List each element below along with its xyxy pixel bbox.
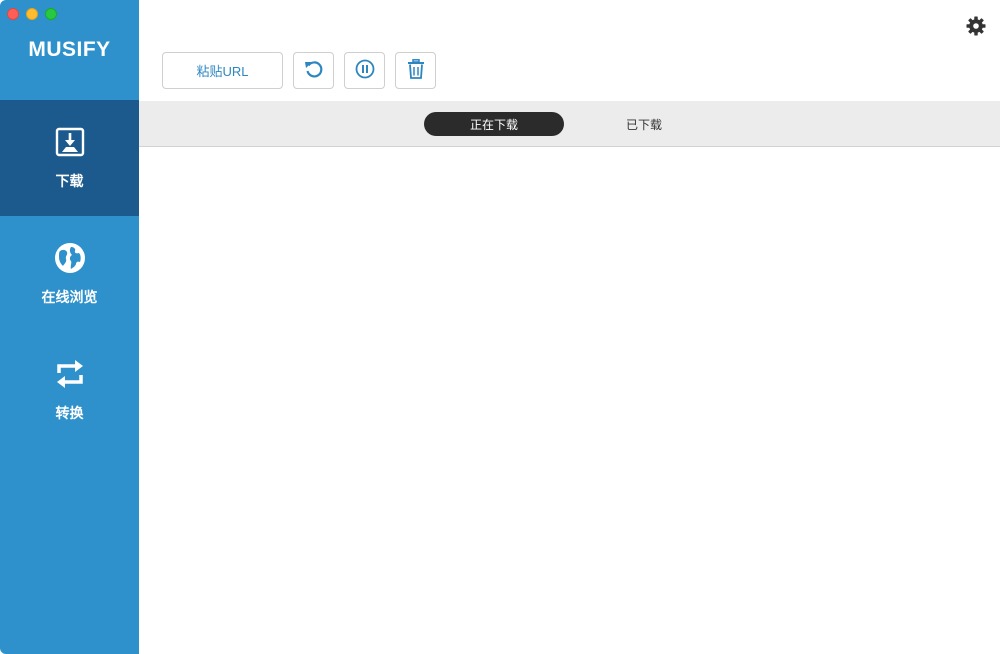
trash-icon [407,59,425,82]
sidebar-item-label: 转换 [55,406,84,422]
app-brand: MUSIFY [28,38,111,61]
paste-url-button[interactable]: 粘贴URL [162,52,283,89]
sidebar-item-convert[interactable]: 转换 [0,332,139,448]
main-panel: 粘贴URL 正在下载 已下载 [139,0,1000,654]
maximize-window-button[interactable] [45,8,57,20]
app-window: MUSIFY 下载 在线浏览 转换 粘贴URL 正在下载 已下载 [0,0,1000,654]
pause-icon [355,59,375,82]
globe-icon [53,241,87,275]
toolbar: 粘贴URL [162,52,436,89]
sidebar-item-browse[interactable]: 在线浏览 [0,216,139,332]
gear-icon[interactable] [966,16,986,36]
tab-downloading[interactable]: 正在下载 [424,112,564,136]
download-list [139,147,1000,654]
window-controls [7,8,57,20]
pause-button[interactable] [344,52,385,89]
tab-downloaded[interactable]: 已下载 [574,112,714,136]
sidebar: MUSIFY 下载 在线浏览 转换 [0,0,139,654]
convert-icon [53,357,87,391]
close-window-button[interactable] [7,8,19,20]
minimize-window-button[interactable] [26,8,38,20]
refresh-icon [304,59,324,82]
sidebar-item-download[interactable]: 下载 [0,100,139,216]
retry-button[interactable] [293,52,334,89]
sidebar-item-label: 下载 [55,174,84,190]
download-icon [53,125,87,159]
sidebar-item-label: 在线浏览 [41,290,98,306]
delete-button[interactable] [395,52,436,89]
tab-bar: 正在下载 已下载 [139,101,1000,147]
